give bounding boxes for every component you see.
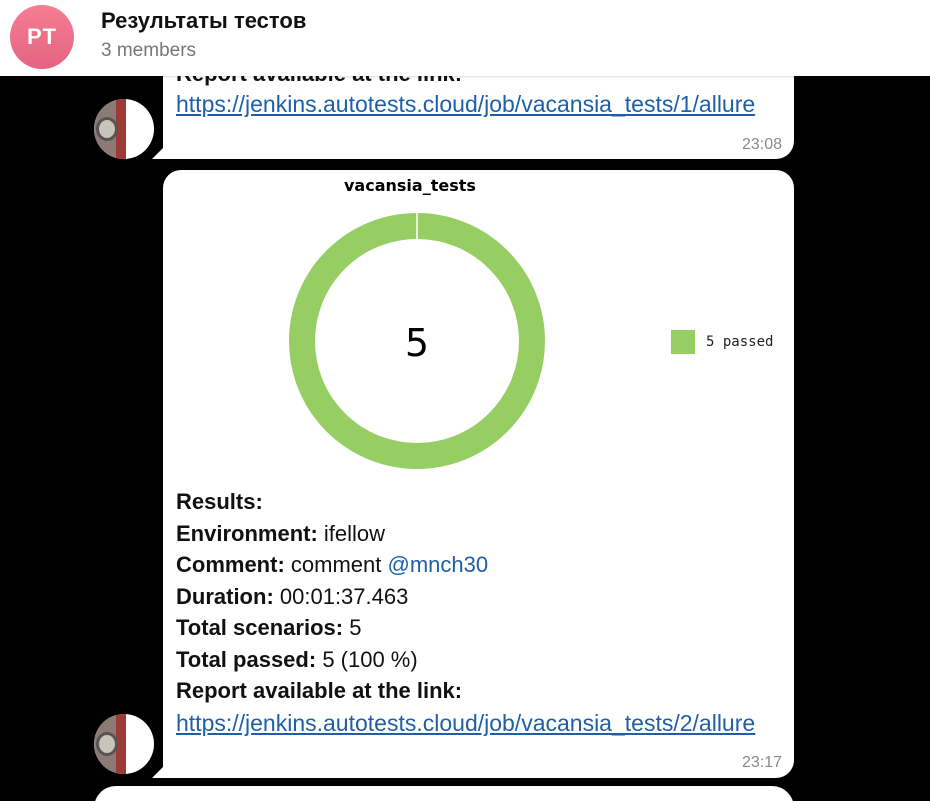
- scenarios-label: Total scenarios:: [176, 615, 344, 640]
- sender-avatar[interactable]: [94, 99, 154, 159]
- legend-label: 5 passed: [706, 334, 774, 350]
- environment-value: ifellow: [323, 520, 386, 546]
- environment-label: Environment:: [176, 520, 318, 546]
- legend-swatch: [671, 330, 695, 354]
- chat-title[interactable]: Результаты тестов: [101, 8, 306, 34]
- duration-label: Duration:: [176, 583, 274, 609]
- group-avatar[interactable]: PT: [10, 5, 74, 69]
- passed-value: 5 (100 %): [322, 646, 418, 672]
- passed-label: Total passed:: [176, 646, 317, 672]
- report-label: Report available at the link:: [176, 678, 463, 703]
- duration-value: 00:01:37.463: [279, 583, 409, 609]
- comment-value: comment: [290, 552, 382, 577]
- message-time: 23:17: [741, 754, 782, 771]
- bubble-tail: [152, 145, 166, 159]
- results-text: Results: Environment: ifellow Comment: c…: [176, 486, 776, 707]
- sender-avatar[interactable]: [94, 714, 154, 774]
- message-bubble: vacansia_tests 5 5 passed Results: Envir…: [163, 170, 794, 778]
- comment-label: Comment:: [176, 552, 285, 577]
- message-time: 23:08: [741, 136, 782, 153]
- member-count: 3 members: [101, 40, 197, 61]
- chat-header: PT Результаты тестов 3 members: [0, 0, 930, 76]
- donut-chart: 5: [289, 213, 545, 469]
- report-link[interactable]: https://jenkins.autotests.cloud/job/vaca…: [176, 88, 776, 120]
- report-link[interactable]: https://jenkins.autotests.cloud/job/vaca…: [176, 707, 776, 739]
- results-heading: Results:: [176, 489, 263, 514]
- message-bubble: [94, 786, 794, 801]
- user-mention[interactable]: @mnch30: [388, 552, 489, 577]
- scenarios-value: 5: [349, 615, 362, 640]
- chart-image[interactable]: vacansia_tests 5 5 passed: [163, 170, 794, 480]
- chart-center-value: 5: [405, 321, 429, 365]
